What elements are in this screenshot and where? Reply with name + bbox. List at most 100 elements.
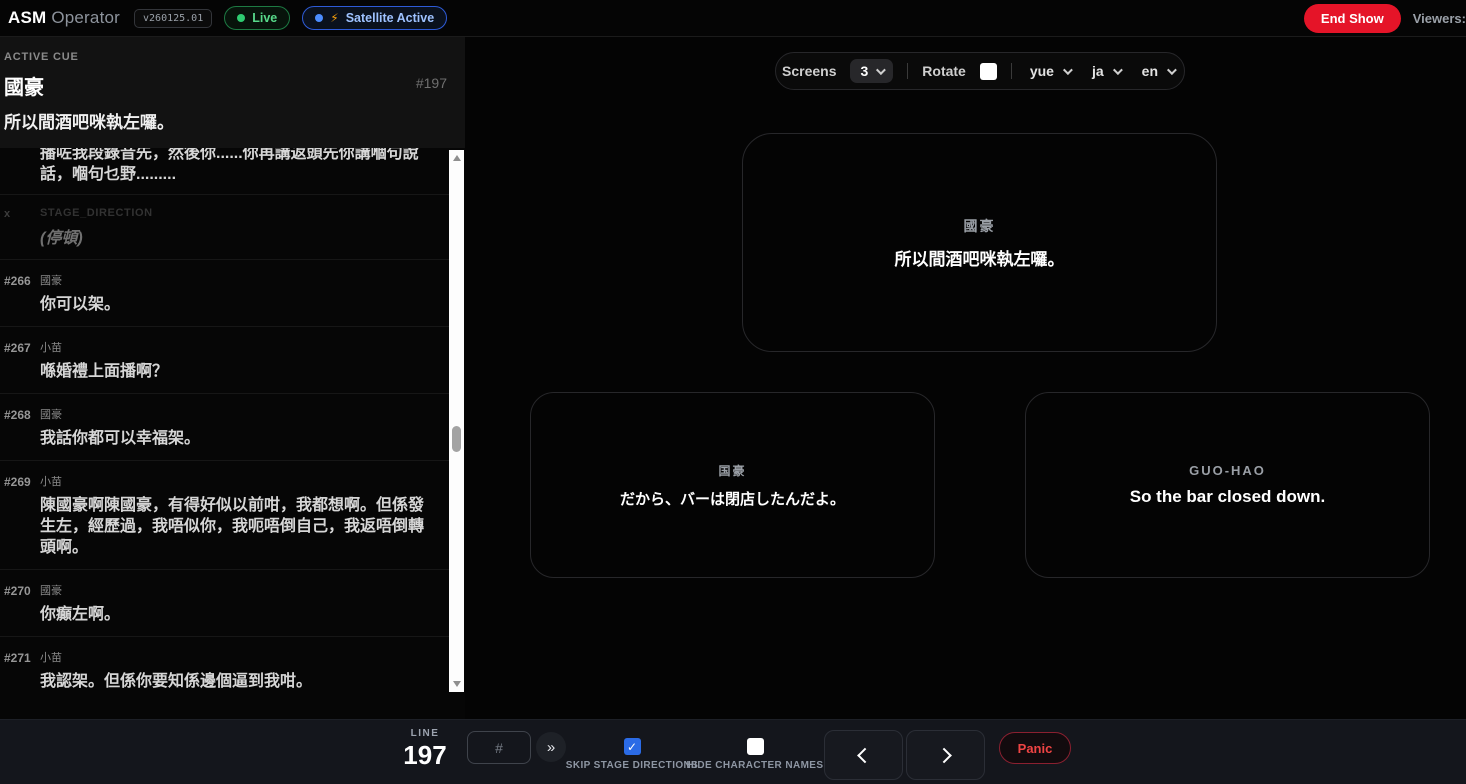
cue-text: 我認架。但係你要知係邊個逼到我咁。 xyxy=(40,671,312,692)
cue-character: 國豪 xyxy=(40,582,120,598)
language-select-3[interactable]: en xyxy=(1138,63,1178,79)
screen-preview-yue: 國豪 所以間酒吧咪執左囉。 xyxy=(742,133,1217,352)
chevron-down-icon xyxy=(1113,65,1123,75)
viewers-label: Viewers: xyxy=(1413,11,1466,26)
scrollbar-down-arrow[interactable] xyxy=(449,676,464,692)
lightning-icon: ⚡ xyxy=(330,11,338,25)
cue-character: 小苗 xyxy=(40,473,439,489)
cue-row-268[interactable]: #268 國豪 我話你都可以幸福架。 xyxy=(0,394,449,461)
cue-row-271[interactable]: #271 小苗 我認架。但係你要知係邊個逼到我咁。 xyxy=(0,637,449,692)
satellite-label: Satellite Active xyxy=(346,11,434,25)
previous-cue-button[interactable] xyxy=(824,730,903,780)
live-dot-icon xyxy=(237,14,245,22)
stage-direction-row[interactable]: x STAGE_DIRECTION (停頓) xyxy=(0,195,449,260)
cue-row-270[interactable]: #270 國豪 你癲左啊。 xyxy=(0,570,449,637)
line-number: 197 xyxy=(395,740,455,771)
version-badge: v260125.01 xyxy=(134,9,212,28)
cue-character: 國豪 xyxy=(40,272,120,288)
chevron-down-icon xyxy=(876,65,886,75)
cue-character: 小苗 xyxy=(40,339,168,355)
live-status-badge: Live xyxy=(224,6,290,30)
screen-controls-bar: Screens 3 Rotate yue ja en xyxy=(775,52,1185,90)
screen-character-name: 國豪 xyxy=(964,216,996,236)
scrollbar-up-arrow[interactable] xyxy=(449,150,464,166)
cue-text: 陳國豪啊陳國豪，有得好似以前咁，我都想啊。但係發生左，經歷過，我唔似你，我呃唔倒… xyxy=(40,495,439,558)
cue-number: #266 xyxy=(4,272,40,315)
cue-text: 喺婚禮上面播啊？ xyxy=(40,361,168,382)
divider xyxy=(1011,63,1012,79)
satellite-status-badge: ⚡ Satellite Active xyxy=(302,6,447,30)
active-cue-text: 所以間酒吧咪執左囉。 xyxy=(4,108,447,133)
cue-text: 我話你都可以幸福架。 xyxy=(40,428,200,449)
top-bar: ASM Operator v260125.01 Live ⚡ Satellite… xyxy=(0,0,1466,37)
stage-direction-label: STAGE_DIRECTION xyxy=(40,207,153,219)
chevron-down-icon xyxy=(1167,65,1177,75)
triangle-up-icon xyxy=(453,155,461,161)
screens-count-value: 3 xyxy=(860,63,868,79)
triangle-down-icon xyxy=(453,681,461,687)
cue-number: #267 xyxy=(4,339,40,382)
language-value: yue xyxy=(1030,63,1054,79)
screens-preview-area: Screens 3 Rotate yue ja en 國豪 所以間酒吧咪執左囉。… xyxy=(465,37,1466,719)
hide-character-names-label[interactable]: HIDE CHARACTER NAMES xyxy=(687,760,824,771)
cue-number: #270 xyxy=(4,582,40,625)
skip-stage-directions-label[interactable]: SKIP STAGE DIRECTIONS xyxy=(566,760,699,771)
cue-character: 國豪 xyxy=(40,406,200,422)
cue-row-267[interactable]: #267 小苗 喺婚禮上面播啊？ xyxy=(0,327,449,394)
scrollbar-thumb[interactable] xyxy=(452,426,461,452)
cue-row-partial[interactable]: 好感動啊。我聽到都想喊啊。不如咁啊，我係婚禮上面播咗我段錄音先，然後你.....… xyxy=(0,148,449,195)
cue-row-269[interactable]: #269 小苗 陳國豪啊陳國豪，有得好似以前咁，我都想啊。但係發生左，經歷過，我… xyxy=(0,461,449,570)
screens-label: Screens xyxy=(782,63,836,79)
cue-list-scrollbar[interactable] xyxy=(449,150,464,692)
screen-subtitle-text: だから、バーは閉店したんだよ。 xyxy=(620,488,845,509)
screen-subtitle-text: So the bar closed down. xyxy=(1130,487,1326,507)
cue-sidebar: ACTIVE CUE 國豪 #197 所以間酒吧咪執左囉。 好感動啊。我聽到都想… xyxy=(0,37,465,692)
screens-count-select[interactable]: 3 xyxy=(850,59,893,83)
skip-stage-directions-checkbox[interactable]: ✓ xyxy=(624,738,641,755)
end-show-button[interactable]: End Show xyxy=(1304,4,1401,33)
chevron-down-icon xyxy=(1063,65,1073,75)
cue-list: 好感動啊。我聽到都想喊啊。不如咁啊，我係婚禮上面播咗我段錄音先，然後你.....… xyxy=(0,148,449,692)
language-value: ja xyxy=(1092,63,1104,79)
screen-character-name: 国豪 xyxy=(718,462,746,479)
screen-preview-ja: 国豪 だから、バーは閉店したんだよ。 xyxy=(530,392,935,578)
cue-number: #268 xyxy=(4,406,40,449)
next-cue-button[interactable] xyxy=(906,730,985,780)
active-cue-panel: ACTIVE CUE 國豪 #197 所以間酒吧咪執左囉。 xyxy=(0,37,465,148)
rotate-checkbox[interactable] xyxy=(980,63,997,80)
chevron-left-icon xyxy=(857,747,873,763)
screen-subtitle-text: 所以間酒吧咪執左囉。 xyxy=(895,245,1065,270)
chevron-right-icon xyxy=(936,747,952,763)
screen-preview-en: GUO-HAO So the bar closed down. xyxy=(1025,392,1430,578)
jump-to-line-input[interactable] xyxy=(467,731,531,764)
language-value: en xyxy=(1142,63,1158,79)
live-label: Live xyxy=(252,11,277,25)
jump-button[interactable]: » xyxy=(536,732,566,762)
stage-direction-text: (停頓) xyxy=(40,224,153,248)
cue-row-266[interactable]: #266 國豪 你可以架。 xyxy=(0,260,449,327)
app-logo-bold: ASM xyxy=(8,8,46,27)
stage-direction-marker: x xyxy=(4,207,40,248)
language-select-2[interactable]: ja xyxy=(1088,63,1124,79)
app-logo: ASM Operator xyxy=(8,8,120,28)
cue-text: 你癲左啊。 xyxy=(40,604,120,625)
rotate-label: Rotate xyxy=(922,63,966,79)
cue-text: 好感動啊。我聽到都想喊啊。不如咁啊，我係婚禮上面播咗我段錄音先，然後你.....… xyxy=(40,148,439,185)
cue-number: #271 xyxy=(4,649,40,692)
hide-character-names-checkbox[interactable] xyxy=(747,738,764,755)
cue-text: 你可以架。 xyxy=(40,294,120,315)
panic-button[interactable]: Panic xyxy=(999,732,1071,764)
transport-bar: LINE 197 » ✓ SKIP STAGE DIRECTIONS HIDE … xyxy=(0,719,1466,784)
screen-character-name: GUO-HAO xyxy=(1189,463,1266,478)
cue-character: 小苗 xyxy=(40,649,312,665)
app-logo-light: Operator xyxy=(51,8,120,27)
divider xyxy=(907,63,908,79)
current-line-indicator: LINE 197 xyxy=(395,728,455,771)
language-select-1[interactable]: yue xyxy=(1026,63,1074,79)
active-cue-number: #197 xyxy=(416,75,447,91)
active-cue-character: 國豪 xyxy=(4,71,44,100)
satellite-dot-icon xyxy=(315,14,323,22)
cue-number: #269 xyxy=(4,473,40,558)
active-cue-section-label: ACTIVE CUE xyxy=(4,51,447,63)
line-label: LINE xyxy=(395,728,455,739)
